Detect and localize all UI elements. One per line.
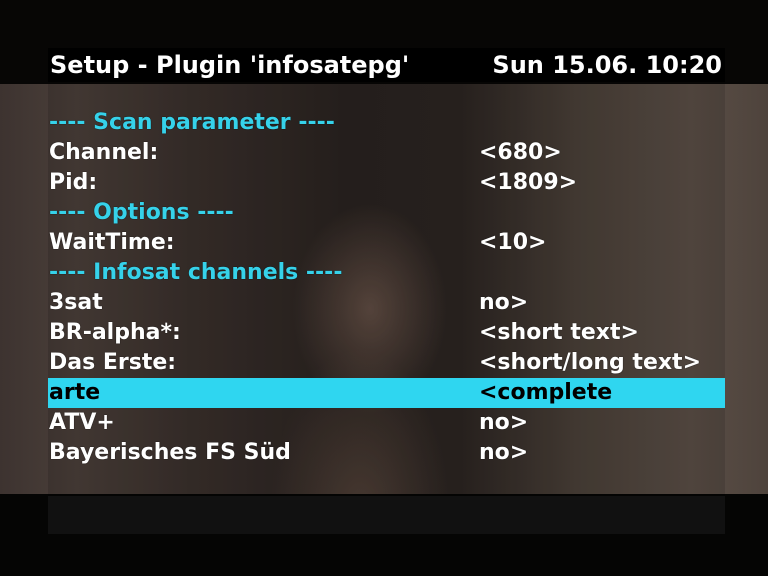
menu-item-channel[interactable]: Channel: <680>	[48, 138, 725, 168]
menu-item-label: ATV+	[49, 410, 115, 435]
menu-item-value[interactable]: <10>	[479, 228, 546, 258]
menu-item-label: BR-alpha*:	[49, 320, 181, 345]
menu-item-value[interactable]: <short text>	[479, 318, 639, 348]
tv-screen: Setup - Plugin 'infosatepg' Sun 15.06. 1…	[0, 0, 768, 576]
menu-item-arte-selected[interactable]: arte <complete	[48, 378, 725, 408]
menu-item-waittime[interactable]: WaitTime: <10>	[48, 228, 725, 258]
menu-item-label: 3sat	[49, 290, 103, 315]
menu-item-label: WaitTime:	[49, 230, 175, 255]
menu-item-value[interactable]: no>	[479, 288, 528, 318]
title-bar: Setup - Plugin 'infosatepg' Sun 15.06. 1…	[48, 48, 725, 82]
menu-item-label: arte	[49, 380, 101, 405]
menu-item-value[interactable]: <short/long text>	[479, 348, 701, 378]
menu-item-label: Channel:	[49, 140, 159, 165]
section-label: ---- Infosat channels ----	[49, 260, 343, 285]
menu-item-label: Bayerisches FS Süd	[49, 440, 291, 465]
menu-item-atv-plus[interactable]: ATV+ no>	[48, 408, 725, 438]
menu-item-value[interactable]: <1809>	[479, 168, 577, 198]
menu-item-das-erste[interactable]: Das Erste: <short/long text>	[48, 348, 725, 378]
section-label: ---- Scan parameter ----	[49, 110, 335, 135]
osd-setup-menu: Setup - Plugin 'infosatepg' Sun 15.06. 1…	[48, 48, 725, 534]
menu-item-pid[interactable]: Pid: <1809>	[48, 168, 725, 198]
section-infosat-channels: ---- Infosat channels ----	[48, 258, 725, 288]
menu-list: ---- Scan parameter ---- Channel: <680> …	[48, 82, 725, 496]
menu-item-value[interactable]: no>	[479, 408, 528, 438]
menu-item-value[interactable]: <680>	[479, 138, 562, 168]
menu-item-bayerisches-fs-sued[interactable]: Bayerisches FS Süd no>	[48, 438, 725, 468]
section-options: ---- Options ----	[48, 198, 725, 228]
menu-item-value[interactable]: no>	[479, 438, 528, 468]
menu-title: Setup - Plugin 'infosatepg'	[50, 51, 410, 79]
section-scan-parameter: ---- Scan parameter ----	[48, 108, 725, 138]
date-time: Sun 15.06. 10:20	[492, 51, 722, 79]
menu-item-label: Das Erste:	[49, 350, 177, 375]
menu-item-label: Pid:	[49, 170, 98, 195]
menu-item-value[interactable]: <complete	[479, 378, 612, 408]
menu-item-3sat[interactable]: 3sat no>	[48, 288, 725, 318]
menu-item-br-alpha[interactable]: BR-alpha*: <short text>	[48, 318, 725, 348]
color-button-bar	[48, 496, 725, 534]
section-label: ---- Options ----	[49, 200, 234, 225]
